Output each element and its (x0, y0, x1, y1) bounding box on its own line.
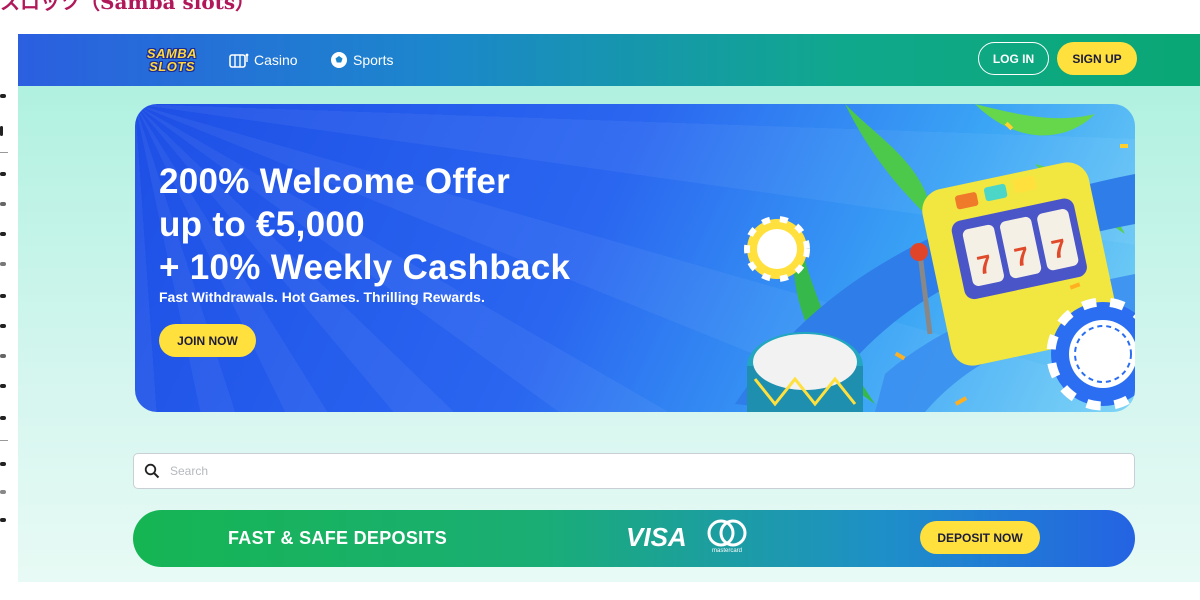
mastercard-icon (707, 519, 747, 547)
game-search-bar[interactable] (133, 453, 1135, 489)
drum-illustration (747, 332, 863, 412)
strip-icon (0, 232, 6, 236)
mastercard-label: mastercard (711, 548, 742, 554)
log-in-button[interactable]: LOG IN (978, 42, 1049, 75)
join-now-button[interactable]: JOIN NOW (159, 324, 256, 357)
left-browser-strip (0, 34, 16, 584)
strip-icon (0, 490, 6, 494)
nav-label: Casino (254, 52, 298, 68)
strip-icon (0, 262, 6, 266)
strip-icon (0, 126, 3, 136)
hero-illustration: 7 7 7 (735, 104, 1135, 412)
logo-line: SLOTS (149, 59, 195, 74)
strip-icon (0, 462, 6, 466)
nav-label: Sports (353, 52, 394, 68)
nav-casino[interactable]: Casino (229, 48, 298, 72)
strip-icon (0, 416, 6, 420)
samba-slots-logo[interactable]: SAMBA SLOTS (135, 43, 209, 77)
search-input[interactable] (168, 455, 1134, 487)
strip-divider (0, 152, 8, 153)
visa-logo: VISA (626, 522, 687, 552)
top-navigation-bar: SAMBA SLOTS Casino Sports LOG IN SIGN UP (18, 34, 1200, 86)
mastercard-logo: mastercard (705, 519, 749, 557)
strip-icon (0, 202, 6, 206)
strip-icon (0, 94, 6, 98)
site-viewport: SAMBA SLOTS Casino Sports LOG IN SIGN UP… (18, 34, 1200, 582)
strip-divider (0, 440, 8, 441)
strip-icon (0, 294, 6, 298)
strip-icon (0, 518, 6, 522)
hero-title-line: up to €5,000 (159, 205, 365, 244)
page-caption: スロッツ（Samba slots） (0, 0, 256, 12)
hero-title: 200% Welcome Offer up to €5,000 + 10% We… (159, 160, 719, 289)
strip-icon (0, 172, 6, 176)
strip-icon (0, 324, 6, 328)
search-icon (144, 463, 160, 479)
soccer-ball-icon (330, 51, 348, 69)
slot-machine-icon (229, 52, 249, 68)
deposit-banner: FAST & SAFE DEPOSITS VISA mastercard DEP… (133, 510, 1135, 567)
hero-title-line: 200% Welcome Offer (159, 162, 511, 201)
nav-sports[interactable]: Sports (330, 48, 393, 72)
deposit-now-button[interactable]: DEPOSIT NOW (920, 521, 1040, 554)
hero-subtitle: Fast Withdrawals. Hot Games. Thrilling R… (159, 289, 485, 305)
hero-banner[interactable]: 200% Welcome Offer up to €5,000 + 10% We… (135, 104, 1135, 412)
deposit-title: FAST & SAFE DEPOSITS (228, 528, 448, 548)
hero-title-line: + 10% Weekly Cashback (159, 248, 571, 287)
strip-icon (0, 354, 6, 358)
sign-up-button[interactable]: SIGN UP (1057, 42, 1137, 75)
strip-icon (0, 384, 6, 388)
